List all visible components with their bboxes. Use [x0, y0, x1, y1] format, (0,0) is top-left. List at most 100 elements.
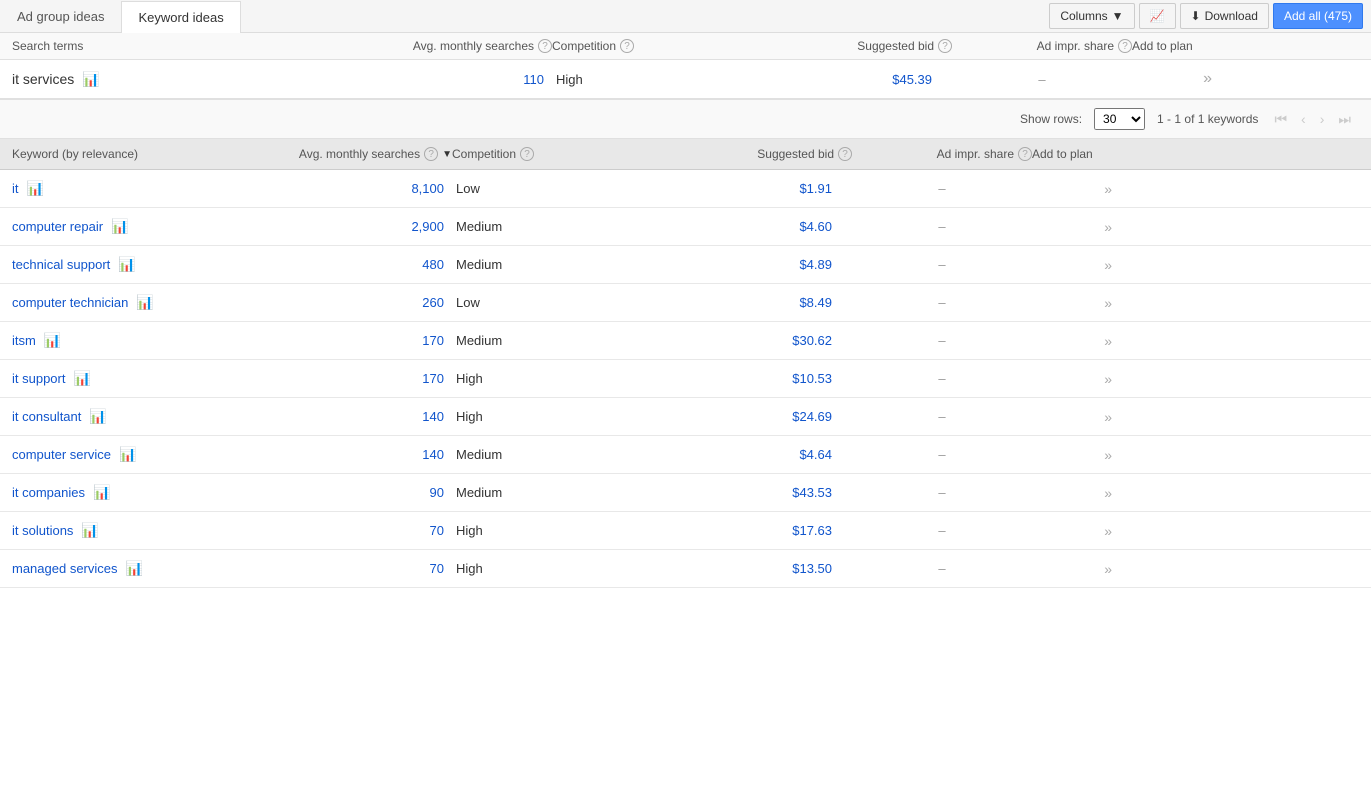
col-kw-bid-header: Suggested bid ? [652, 147, 852, 161]
kw-ad-impr: – [852, 257, 1032, 272]
kw-avg-searches: 2,900 [292, 219, 452, 234]
kw-keyword-link[interactable]: computer repair [12, 219, 103, 234]
download-label: Download [1205, 9, 1258, 23]
search-term-chart-icon[interactable]: 📊 [82, 71, 99, 88]
kw-keyword-link[interactable]: it consultant [12, 409, 81, 424]
kw-bid-help[interactable]: ? [838, 147, 852, 161]
kw-keyword-link[interactable]: computer technician [12, 295, 128, 310]
kw-competition: Low [452, 295, 652, 310]
col-kw-add-to-plan-header: Add to plan [1032, 147, 1112, 161]
kw-bid: $24.69 [652, 409, 852, 424]
kw-competition: Medium [452, 447, 652, 462]
kw-avg-searches: 70 [292, 523, 452, 538]
kw-cell-keyword: technical support 📊 [12, 256, 292, 273]
kw-chart-icon[interactable]: 📊 [27, 180, 44, 197]
kw-add-arrow[interactable]: » [1032, 219, 1112, 235]
ad-impr-label: Ad impr. share [1037, 39, 1114, 53]
keyword-row: it consultant 📊 140 High $24.69 – » [0, 398, 1371, 436]
tabs-bar: Ad group ideas Keyword ideas Columns ▼ 📈… [0, 0, 1371, 33]
kw-keyword-link[interactable]: managed services [12, 561, 118, 576]
kw-competition: High [452, 371, 652, 386]
kw-keyword-link[interactable]: it solutions [12, 523, 73, 538]
pagination-bar: Show rows: 30 10 25 50 100 1 - 1 of 1 ke… [0, 100, 1371, 139]
ad-impr-help-icon[interactable]: ? [1118, 39, 1132, 53]
add-all-button[interactable]: Add all (475) [1273, 3, 1363, 29]
col-kw-avg-searches-header[interactable]: Avg. monthly searches ? ▼ [292, 147, 452, 161]
col-search-terms: Search terms [12, 39, 392, 53]
bid-help-icon[interactable]: ? [938, 39, 952, 53]
competition-help-icon[interactable]: ? [620, 39, 634, 53]
search-term-competition: High [552, 72, 752, 87]
kw-bid: $10.53 [652, 371, 852, 386]
search-terms-section: Search terms Avg. monthly searches ? Com… [0, 33, 1371, 100]
kw-competition-help[interactable]: ? [520, 147, 534, 161]
first-page-button[interactable]: ⏮ [1270, 109, 1291, 130]
kw-keyword-link[interactable]: it companies [12, 485, 85, 500]
tab-keyword-ideas[interactable]: Keyword ideas [121, 1, 240, 33]
col-kw-competition-header: Competition ? [452, 147, 652, 161]
kw-bid: $13.50 [652, 561, 852, 576]
kw-chart-icon[interactable]: 📊 [93, 484, 110, 501]
columns-button[interactable]: Columns ▼ [1049, 3, 1134, 29]
show-rows-select[interactable]: 30 10 25 50 100 [1094, 108, 1145, 130]
kw-chart-icon[interactable]: 📊 [119, 446, 136, 463]
kw-chart-icon[interactable]: 📊 [81, 522, 98, 539]
kw-chart-icon[interactable]: 📊 [73, 370, 90, 387]
keyword-row: technical support 📊 480 Medium $4.89 – » [0, 246, 1371, 284]
kw-add-arrow[interactable]: » [1032, 561, 1112, 577]
next-page-button[interactable]: › [1316, 109, 1329, 129]
kw-add-arrow[interactable]: » [1032, 447, 1112, 463]
kw-chart-icon[interactable]: 📊 [136, 294, 153, 311]
kw-cell-keyword: computer repair 📊 [12, 218, 292, 235]
kw-bid: $8.49 [652, 295, 852, 310]
keyword-rows-container: it 📊 8,100 Low $1.91 – » computer repair… [0, 170, 1371, 588]
kw-chart-icon[interactable]: 📊 [126, 560, 143, 577]
kw-avg-searches-help[interactable]: ? [424, 147, 438, 161]
kw-add-arrow[interactable]: » [1032, 295, 1112, 311]
kw-bid: $4.60 [652, 219, 852, 234]
search-term-add-arrow[interactable]: » [1132, 70, 1212, 88]
kw-keyword-link[interactable]: itsm [12, 333, 36, 348]
kw-ad-impr-help[interactable]: ? [1018, 147, 1032, 161]
kw-competition: Low [452, 181, 652, 196]
kw-add-arrow[interactable]: » [1032, 485, 1112, 501]
search-term-avg-searches: 110 [392, 72, 552, 87]
tab-ad-group-ideas[interactable]: Ad group ideas [0, 0, 121, 32]
kw-bid: $43.53 [652, 485, 852, 500]
kw-chart-icon[interactable]: 📊 [111, 218, 128, 235]
kw-avg-searches: 260 [292, 295, 452, 310]
kw-add-arrow[interactable]: » [1032, 333, 1112, 349]
kw-avg-searches: 90 [292, 485, 452, 500]
kw-chart-icon[interactable]: 📊 [118, 256, 135, 273]
chart-toggle-button[interactable]: 📈 [1139, 3, 1176, 29]
kw-add-arrow[interactable]: » [1032, 371, 1112, 387]
kw-avg-searches: 70 [292, 561, 452, 576]
kw-ad-impr: – [852, 219, 1032, 234]
kw-cell-keyword: computer technician 📊 [12, 294, 292, 311]
avg-searches-help-icon[interactable]: ? [538, 39, 552, 53]
chart-icon: 📈 [1150, 9, 1165, 23]
download-button[interactable]: ⬇ Download [1180, 3, 1269, 29]
kw-chart-icon[interactable]: 📊 [89, 408, 106, 425]
kw-avg-searches: 170 [292, 333, 452, 348]
kw-keyword-link[interactable]: it [12, 181, 19, 196]
kw-add-to-plan-label: Add to plan [1032, 147, 1093, 161]
kw-cell-keyword: it support 📊 [12, 370, 292, 387]
kw-bid: $4.64 [652, 447, 852, 462]
kw-competition: High [452, 409, 652, 424]
keyword-row: it companies 📊 90 Medium $43.53 – » [0, 474, 1371, 512]
kw-ad-impr-label: Ad impr. share [937, 147, 1014, 161]
pagination-controls: ⏮ ‹ › ⏭ [1270, 109, 1355, 130]
kw-keyword-link[interactable]: technical support [12, 257, 110, 272]
kw-keyword-link[interactable]: computer service [12, 447, 111, 462]
kw-add-arrow[interactable]: » [1032, 257, 1112, 273]
kw-add-arrow[interactable]: » [1032, 181, 1112, 197]
kw-add-arrow[interactable]: » [1032, 523, 1112, 539]
last-page-button[interactable]: ⏭ [1334, 109, 1355, 130]
kw-avg-searches: 140 [292, 447, 452, 462]
kw-chart-icon[interactable]: 📊 [44, 332, 61, 349]
prev-page-button[interactable]: ‹ [1297, 109, 1310, 129]
kw-add-arrow[interactable]: » [1032, 409, 1112, 425]
kw-keyword-link[interactable]: it support [12, 371, 65, 386]
download-icon: ⬇ [1191, 9, 1201, 23]
